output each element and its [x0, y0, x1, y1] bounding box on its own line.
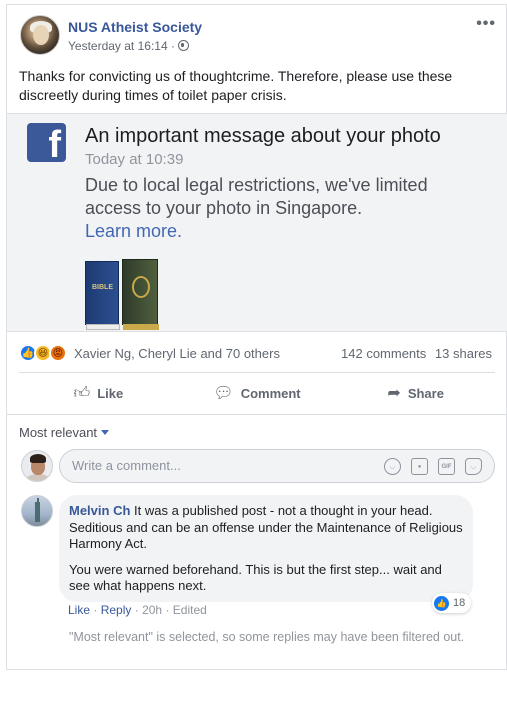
facebook-logo-icon: f	[27, 123, 66, 162]
message-body: Due to local legal restrictions, we've l…	[85, 175, 428, 218]
post-time-text: Yesterday at 16:14 ·	[68, 39, 175, 53]
comment-sort-dropdown[interactable]: Most relevant	[19, 425, 110, 440]
gif-icon[interactable]: GIF	[438, 458, 455, 475]
more-options-icon[interactable]: •••	[476, 15, 496, 33]
like-reaction-icon: 👍	[434, 595, 449, 611]
comment-button-label: Comment	[240, 385, 301, 401]
quran-seal	[132, 276, 150, 298]
separator-dot: ·	[93, 603, 101, 617]
comment-input[interactable]	[72, 458, 372, 473]
caret-down-icon	[101, 430, 110, 435]
camera-icon[interactable]: ●	[411, 458, 428, 475]
sticker-icon[interactable]: ◡	[465, 458, 482, 475]
emoji-icon[interactable]: ◡	[384, 458, 401, 475]
filter-notice: "Most relevant" is selected, so some rep…	[69, 630, 465, 644]
reaction-names[interactable]: Xavier Ng, Cheryl Lie and 70 others	[74, 346, 280, 361]
engagement-counts: 142 comments 13 shares	[341, 346, 492, 361]
post-actions: 👍︎ Like 💬︎ Comment ➦ Share	[19, 373, 495, 413]
page-avatar[interactable]	[20, 15, 60, 55]
comment-reply-link[interactable]: Reply	[101, 603, 132, 617]
comment-author-link[interactable]: Melvin Ch	[69, 503, 130, 518]
avatar-face	[33, 25, 49, 45]
message-time: Today at 10:39	[85, 151, 184, 168]
comment-button[interactable]: 💬︎ Comment	[178, 373, 337, 413]
sort-label: Most relevant	[19, 425, 98, 440]
quran-book	[122, 259, 159, 330]
share-button[interactable]: ➦ Share	[336, 373, 495, 413]
current-user-avatar[interactable]	[21, 450, 53, 482]
comments-count[interactable]: 142 comments	[341, 346, 426, 361]
comment-edited-label[interactable]: Edited	[173, 603, 207, 617]
divider	[7, 414, 507, 415]
like-button[interactable]: 👍︎ Like	[19, 373, 178, 413]
message-title: An important message about your photo	[85, 125, 441, 147]
avatar-shoulders	[26, 474, 50, 481]
avatar-hair	[30, 454, 46, 463]
comment-composer[interactable]: ◡ ● GIF ◡	[59, 449, 495, 483]
quran-edge	[123, 324, 159, 330]
share-button-label: Share	[407, 385, 444, 401]
thumbs-up-icon: 👍︎	[73, 384, 91, 402]
comment-bubble: Melvin Ch It was a published post - not …	[59, 495, 473, 602]
comment-paragraph-1: Melvin Ch It was a published post - not …	[69, 503, 463, 553]
bible-title: BIBLE	[92, 284, 113, 291]
comment-like-count: 18	[453, 597, 466, 609]
globe-icon	[177, 40, 189, 51]
learn-more-link: Learn more.	[85, 221, 183, 241]
shared-image[interactable]: f An important message about your photo …	[7, 113, 507, 332]
composer-icons: ◡ ● GIF ◡	[384, 458, 482, 475]
comment-text-2: You were warned beforehand. This is but …	[69, 561, 442, 594]
angry-reaction-icon: 😡	[49, 344, 67, 362]
statue-figure	[35, 502, 40, 522]
comment-like-link[interactable]: Like	[68, 603, 90, 617]
separator-dot: ·	[134, 603, 143, 617]
comment-actions: Like · Reply · 20h · Edited	[68, 603, 207, 617]
page-name-link[interactable]: NUS Atheist Society	[68, 19, 202, 35]
commenter-avatar[interactable]	[21, 495, 53, 527]
separator-dot: ·	[165, 603, 173, 617]
comment-reaction-badge[interactable]: 👍 18	[432, 593, 472, 613]
comment-age[interactable]: 20h	[142, 603, 162, 617]
bible-book: BIBLE	[85, 261, 120, 330]
speech-bubble-icon: 💬︎	[213, 385, 234, 402]
post-card: NUS Atheist Society Yesterday at 16:14 ·…	[6, 4, 507, 670]
post-text: Thanks for convicting us of thoughtcrime…	[19, 68, 453, 103]
books-thumbnail: BIBLE	[85, 259, 159, 331]
like-button-label: Like	[97, 385, 124, 401]
bible-pages	[86, 324, 120, 330]
shares-count[interactable]: 13 shares	[435, 346, 492, 361]
share-arrow-icon: ➦	[387, 385, 401, 402]
post-timestamp[interactable]: Yesterday at 16:14 ·	[68, 39, 189, 53]
reactions-summary[interactable]: 👍 😆 😡 Xavier Ng, Cheryl Lie and 70 other…	[19, 343, 280, 363]
